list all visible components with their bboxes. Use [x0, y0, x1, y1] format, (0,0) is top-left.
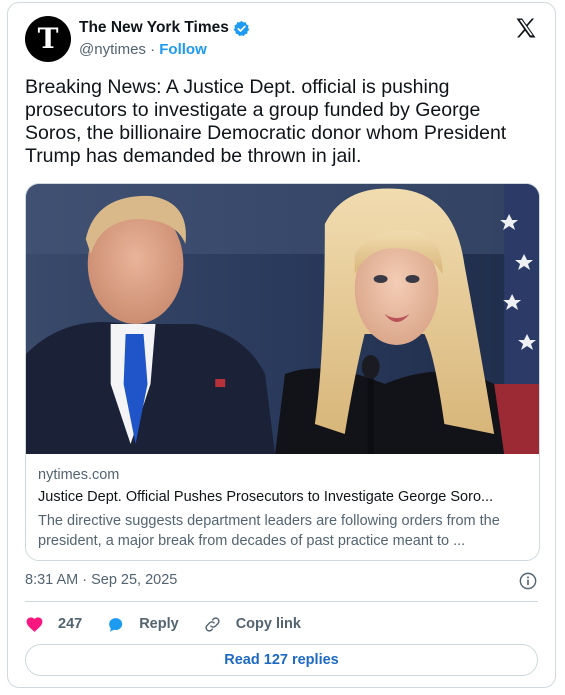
heart-icon: [26, 616, 43, 632]
copy-link-label: Copy link: [235, 616, 301, 632]
link-description: The directive suggests department leader…: [38, 513, 500, 549]
reply-label: Reply: [139, 616, 179, 632]
reply-bubble-icon: [109, 617, 123, 632]
link-domain: nytimes.com: [38, 467, 120, 483]
like-button[interactable]: 247: [25, 615, 82, 634]
article-photo[interactable]: [26, 184, 539, 454]
info-icon[interactable]: [519, 572, 537, 590]
avatar-glyph: T: [37, 22, 59, 55]
link-title: Justice Dept. Official Pushes Prosecutor…: [38, 489, 494, 505]
x-logo-icon[interactable]: [514, 16, 538, 40]
tweet-text: Breaking News: A Justice Dept. official …: [25, 76, 507, 167]
tweet-timestamp[interactable]: 8:31 AM · Sep 25, 2025: [25, 572, 177, 588]
reply-button[interactable]: Reply: [106, 615, 179, 634]
tweet-header: T The New York Times @nytimes · Follow: [25, 16, 538, 64]
link-icon: [205, 616, 220, 632]
author-avatar[interactable]: T: [25, 16, 71, 62]
author-name[interactable]: The New York Times: [79, 19, 229, 37]
follow-button[interactable]: Follow: [159, 41, 207, 58]
like-count: 247: [58, 616, 83, 632]
copy-link-button[interactable]: Copy link: [203, 615, 301, 634]
handle-separator: ·: [150, 41, 156, 58]
tweet-embed-card: T The New York Times @nytimes · Follow B…: [7, 2, 556, 688]
tweet-actions: 247 Reply Copy link: [25, 613, 325, 635]
link-preview-card[interactable]: nytimes.com Justice Dept. Official Pushe…: [25, 183, 540, 561]
author-handle[interactable]: @nytimes: [79, 41, 146, 58]
verified-badge-icon: [233, 20, 250, 36]
link-card-info: nytimes.com Justice Dept. Official Pushe…: [38, 467, 527, 551]
read-replies-button[interactable]: Read 127 replies: [25, 644, 538, 676]
author-names: The New York Times @nytimes · Follow: [79, 19, 250, 58]
divider: [25, 601, 538, 602]
